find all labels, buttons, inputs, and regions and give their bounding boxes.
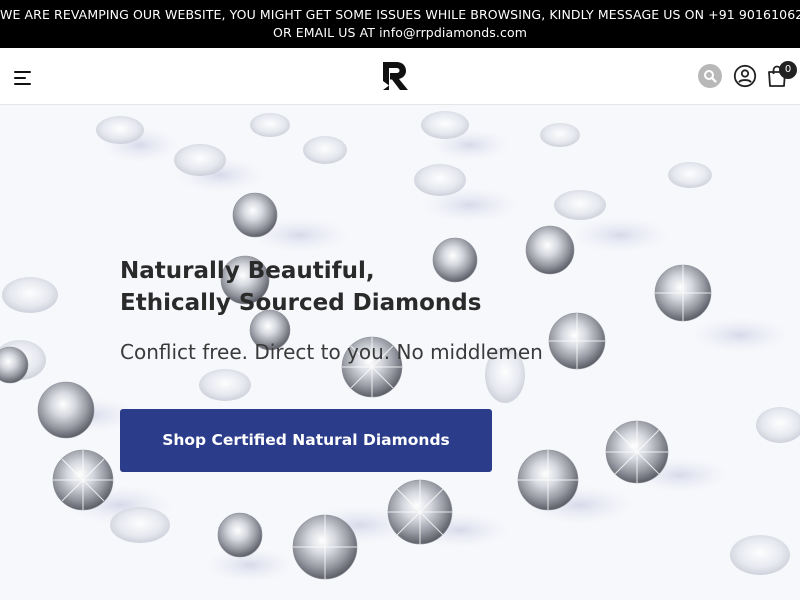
- site-header: 0: [0, 48, 800, 105]
- hero-headline-line-1: Naturally Beautiful,: [120, 258, 375, 284]
- search-button[interactable]: [698, 64, 722, 88]
- hero-headline: Naturally Beautiful, Ethically Sourced D…: [120, 255, 580, 319]
- cart-count-badge: 0: [779, 61, 797, 79]
- search-icon: [704, 70, 717, 83]
- hero-headline-line-2: Ethically Sourced Diamonds: [120, 290, 482, 316]
- hero-subheadline: Conflict free. Direct to you. No middlem…: [120, 340, 543, 364]
- announcement-bar: WE ARE REVAMPING OUR WEBSITE, YOU MIGHT …: [0, 0, 800, 48]
- announcement-line-1: WE ARE REVAMPING OUR WEBSITE, YOU MIGHT …: [0, 7, 800, 22]
- logo[interactable]: [380, 60, 410, 92]
- hero-banner: Naturally Beautiful, Ethically Sourced D…: [0, 105, 800, 600]
- shop-diamonds-button[interactable]: Shop Certified Natural Diamonds: [120, 409, 492, 472]
- menu-icon[interactable]: [14, 70, 34, 86]
- announcement-line-2: OR EMAIL US AT info@rrpdiamonds.com: [273, 25, 527, 40]
- account-icon[interactable]: [733, 64, 757, 88]
